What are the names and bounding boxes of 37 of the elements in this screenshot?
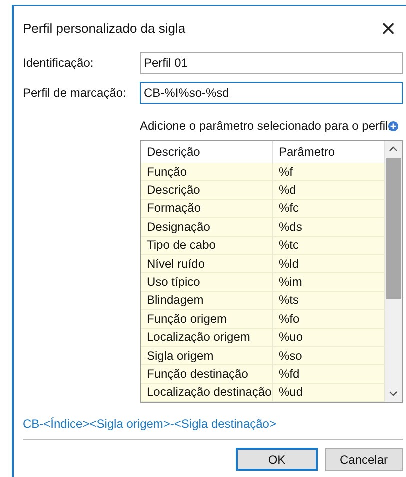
table-cell[interactable]: Função origem <box>141 310 273 329</box>
table-cell[interactable]: Função <box>141 163 273 182</box>
preview-text: CB-<Índice><Sigla origem>-<Sigla destinação> <box>23 417 278 432</box>
close-button[interactable]: × <box>374 16 403 40</box>
table-cell[interactable]: Blindagem <box>141 292 273 310</box>
table-cell[interactable]: %tc <box>273 236 385 255</box>
table-cell[interactable]: %ds <box>273 218 385 237</box>
input-field[interactable]: Perfil 01 <box>140 52 403 74</box>
scrollbar-thumb[interactable] <box>386 158 401 299</box>
table-cell[interactable]: %ts <box>273 292 385 310</box>
table-cell[interactable]: %f <box>273 163 385 182</box>
table-cell[interactable]: Descrição <box>141 181 273 200</box>
table-cell[interactable]: %fc <box>273 200 385 218</box>
field-label: Identificação: <box>23 56 95 70</box>
table-cell[interactable]: %ld <box>273 254 385 274</box>
table-cell[interactable]: Função destinação <box>141 365 273 384</box>
table-cell[interactable]: Sigla origem <box>141 346 273 366</box>
field-label: Perfil de marcação: <box>23 86 128 100</box>
window-title: Perfil personalizado da sigla <box>23 20 186 36</box>
table-cell[interactable]: Uso típico <box>141 273 273 292</box>
table-cell[interactable]: %fd <box>273 365 385 384</box>
ok-button[interactable]: OK <box>236 448 318 472</box>
table-cell[interactable]: %ud <box>273 384 385 402</box>
table-cell[interactable]: %im <box>273 273 385 292</box>
table-cell[interactable]: Nível ruído <box>141 254 273 274</box>
table-cell[interactable]: Tipo de cabo <box>141 236 273 255</box>
table-cell[interactable]: %so <box>273 346 385 366</box>
scrollbar[interactable] <box>385 141 402 402</box>
table-cell[interactable]: Localização destinação <box>141 384 273 402</box>
input-field[interactable]: CB-%I%so-%sd <box>140 82 403 104</box>
table-cell[interactable]: %uo <box>273 328 385 347</box>
cancel-button[interactable]: Cancelar <box>325 448 403 472</box>
table-cell[interactable]: %d <box>273 181 385 200</box>
table-cell[interactable]: Localização origem <box>141 328 273 347</box>
table-cell[interactable]: Formação <box>141 200 273 218</box>
table-cell[interactable]: Designação <box>141 218 273 237</box>
table-cell[interactable]: %fo <box>273 310 385 329</box>
